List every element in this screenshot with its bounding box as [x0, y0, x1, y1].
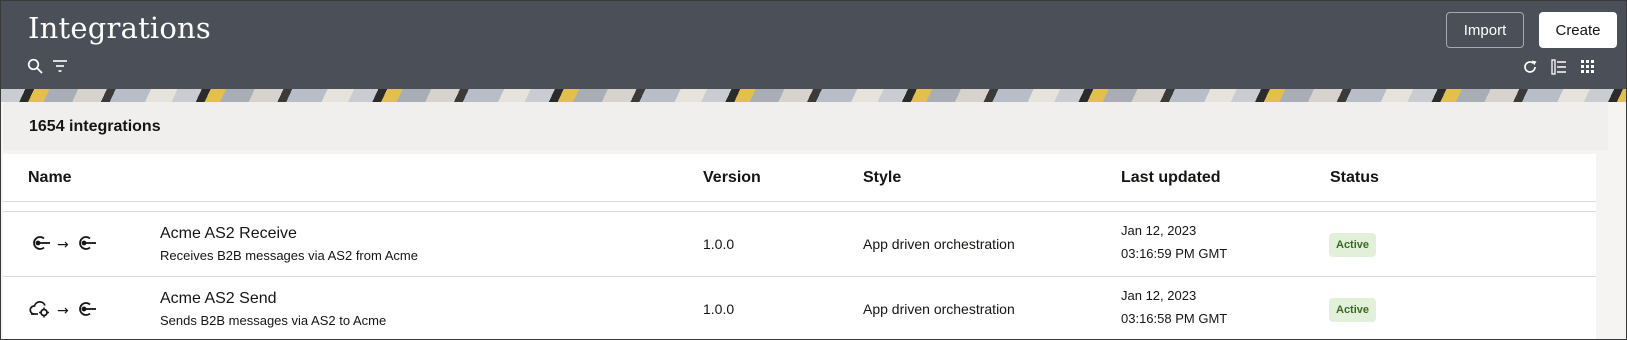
results-summary-bar: 1654 integrations: [3, 102, 1608, 150]
last-updated-date: Jan 12, 2023: [1121, 288, 1197, 303]
target-icon: [29, 234, 51, 256]
integrations-page: Integrations Import Create 1654 integrat…: [0, 0, 1627, 340]
create-button[interactable]: Create: [1539, 12, 1617, 48]
refresh-icon[interactable]: [1522, 59, 1538, 75]
integration-name[interactable]: Acme AS2 Send: [160, 290, 277, 308]
last-updated-date: Jan 12, 2023: [1121, 223, 1197, 238]
integration-pattern: →: [29, 234, 97, 256]
target-icon: [75, 234, 97, 256]
import-button[interactable]: Import: [1446, 12, 1524, 48]
integration-version: 1.0.0: [703, 301, 735, 317]
last-updated-time: 03:16:58 PM GMT: [1121, 311, 1228, 326]
grid-view-icon[interactable]: [1580, 59, 1596, 75]
integration-version: 1.0.0: [703, 236, 735, 252]
target-icon: [75, 300, 97, 322]
integration-name[interactable]: Acme AS2 Receive: [160, 225, 297, 243]
table-row[interactable]: → Acme AS2 Receive Receives B2B messages…: [3, 211, 1596, 275]
table-row[interactable]: → Acme AS2 Send Sends B2B messages via A…: [3, 276, 1596, 339]
page-header: Integrations Import Create: [1, 1, 1626, 91]
column-header-status[interactable]: Status: [1330, 169, 1379, 187]
status-badge: Active: [1329, 233, 1377, 257]
header-divider: [3, 201, 1596, 202]
integration-style: App driven orchestration: [863, 301, 1015, 317]
arrow-right-icon: →: [57, 303, 69, 319]
status-badge: Active: [1329, 298, 1377, 322]
integration-description: Sends B2B messages via AS2 to Acme: [160, 313, 387, 328]
page-title: Integrations: [28, 11, 212, 45]
integration-count: 1654 integrations: [29, 118, 161, 135]
column-header-name[interactable]: Name: [28, 169, 72, 187]
integration-pattern: →: [29, 299, 97, 323]
arrow-right-icon: →: [57, 237, 69, 253]
column-header-last-updated[interactable]: Last updated: [1121, 169, 1221, 187]
integration-description: Receives B2B messages via AS2 from Acme: [160, 248, 418, 263]
decorative-banner: [1, 89, 1626, 102]
integrations-table: Name Version Style Last updated Status →…: [3, 154, 1596, 339]
list-view-icon[interactable]: [1551, 59, 1567, 75]
integration-style: App driven orchestration: [863, 236, 1015, 252]
column-header-style[interactable]: Style: [863, 169, 901, 187]
search-icon[interactable]: [27, 58, 43, 74]
filter-icon[interactable]: [52, 59, 68, 73]
column-header-version[interactable]: Version: [703, 169, 761, 187]
cloud-gear-icon: [29, 299, 51, 323]
last-updated-time: 03:16:59 PM GMT: [1121, 246, 1228, 261]
